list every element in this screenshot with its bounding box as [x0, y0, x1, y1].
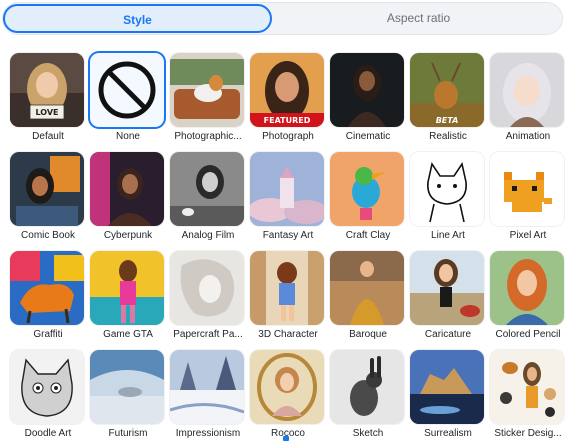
style-label: Pixel Art: [509, 230, 547, 241]
baroque-woman-image: [330, 251, 404, 325]
pixel-cat-image: [490, 152, 564, 226]
style-label: Analog Film: [181, 230, 235, 241]
style-label: Default: [32, 131, 64, 142]
snow-landscape-image: [170, 350, 244, 424]
style-label: Graffiti: [33, 329, 63, 340]
clay-bird-image: [330, 152, 404, 226]
style-label: Sketch: [352, 428, 384, 439]
anime-girl-image: [490, 53, 564, 127]
style-label: 3D Character: [258, 329, 318, 340]
caricature-woman-image: [410, 251, 484, 325]
comic-woman-image: [10, 152, 84, 226]
line-cat-image: [410, 152, 484, 226]
style-label: Papercraft Pa...: [173, 329, 243, 340]
3d-girl-image: [250, 251, 324, 325]
style-label: Game GTA: [103, 329, 153, 340]
beta-badge: BETA: [436, 116, 459, 125]
style-label: Cinematic: [345, 131, 391, 142]
style-label: Futurism: [108, 428, 148, 439]
sticker-sheet-image: [490, 350, 564, 424]
love-sign-text: LOVE: [35, 108, 58, 117]
woman-portrait-image: FEATURED: [250, 53, 324, 127]
futuristic-room-image: [90, 350, 164, 424]
deer-image: BETA: [410, 53, 484, 127]
graffiti-horse-image: [10, 251, 84, 325]
dog-on-sofa-image: [170, 53, 244, 127]
style-label: Line Art: [431, 230, 465, 241]
style-label: Colored Pencil: [495, 329, 561, 340]
style-label: Photographic...: [174, 131, 242, 142]
style-label: Baroque: [349, 329, 387, 340]
style-label: Surrealism: [424, 428, 472, 439]
style-label: None: [116, 131, 140, 142]
cyberpunk-man-image: [90, 152, 164, 226]
style-label: Cyberpunk: [103, 230, 153, 241]
style-label: Animation: [505, 131, 551, 142]
style-label: Craft Clay: [345, 230, 391, 241]
bw-woman-image: [170, 152, 244, 226]
rabbit-sketch-image: [330, 350, 404, 424]
paper-woman-image: [170, 251, 244, 325]
style-grid: LOVE Default None Photographic... FEATUR…: [0, 0, 571, 441]
scroll-indicator: [283, 436, 289, 441]
style-label: Realistic: [429, 131, 467, 142]
pencil-woman-image: [490, 251, 564, 325]
surreal-landscape-image: [410, 350, 484, 424]
girl-with-love-sign-image: LOVE: [10, 53, 84, 127]
dark-woman-image: [330, 53, 404, 127]
featured-badge: FEATURED: [264, 116, 311, 125]
style-label: Impressionism: [175, 428, 241, 439]
doodle-cat-image: [10, 350, 84, 424]
style-label: Fantasy Art: [262, 230, 314, 241]
rococo-portrait-image: [250, 350, 324, 424]
gta-woman-image: [90, 251, 164, 325]
style-label: Doodle Art: [24, 428, 72, 439]
style-label: Comic Book: [21, 230, 75, 241]
fantasy-castle-image: [250, 152, 324, 226]
style-label: Photograph: [262, 131, 314, 142]
style-label: Sticker Desig...: [494, 428, 562, 439]
style-label: Caricature: [424, 329, 472, 340]
no-symbol-icon: [90, 53, 164, 127]
